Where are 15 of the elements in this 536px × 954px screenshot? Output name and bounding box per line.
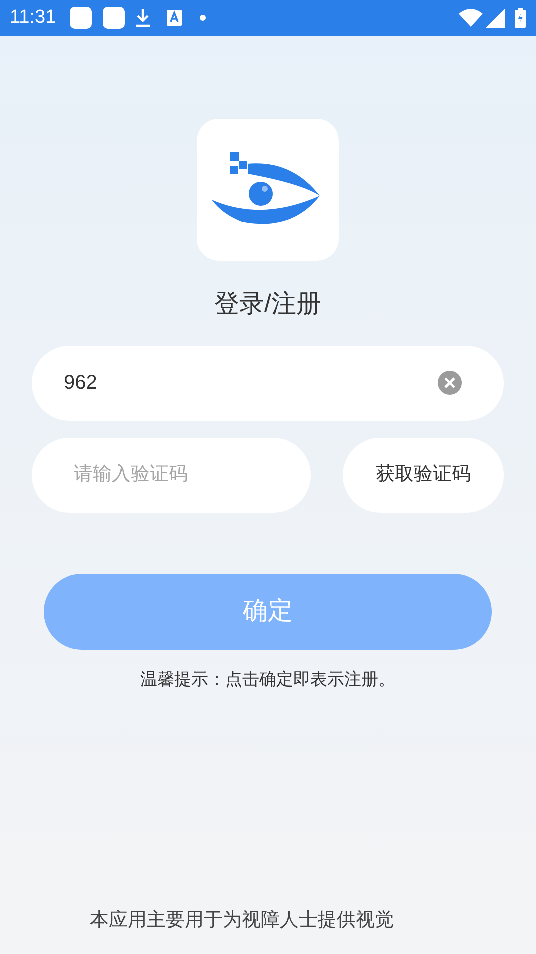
get-code-button[interactable]: 获取验证码: [343, 438, 504, 512]
clear-icon[interactable]: [438, 370, 462, 394]
download-icon: [135, 8, 152, 28]
keyboard-icon: [167, 10, 182, 26]
page-title: 登录/注册: [214, 289, 322, 320]
phone-field[interactable]: 962: [32, 346, 504, 420]
wifi-icon: [459, 9, 483, 27]
battery-icon: [515, 8, 526, 28]
code-field[interactable]: 请输入验证码: [32, 438, 311, 512]
footer-text: 本应用主要用于为视障人士提供视觉: [89, 908, 395, 932]
status-time: 11:31: [10, 6, 56, 30]
notification-icon: [103, 7, 126, 29]
signal-icon: [486, 8, 505, 28]
hint-text: 温馨提示：点击确定即表示注册。: [140, 668, 396, 690]
notification-icon: [70, 7, 92, 29]
